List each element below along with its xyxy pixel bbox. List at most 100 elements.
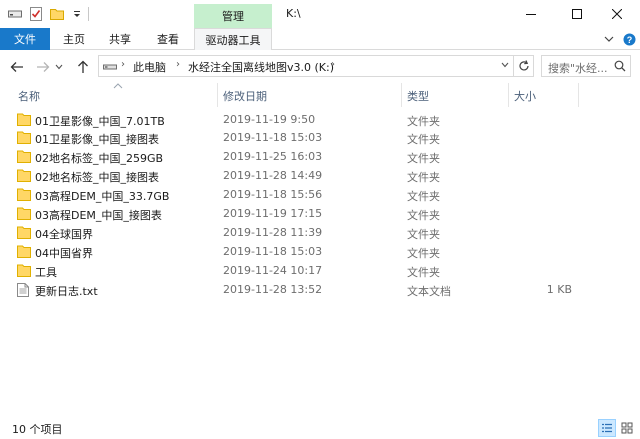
- file-type: 文件夹: [407, 152, 440, 165]
- file-type: 文件夹: [407, 247, 440, 260]
- tab-drive-tools[interactable]: 驱动器工具: [194, 28, 272, 50]
- tab-view[interactable]: 查看: [148, 28, 188, 50]
- file-size: 1 KB: [546, 283, 572, 296]
- up-arrow-icon[interactable]: [74, 58, 92, 76]
- file-date: 2019-11-18 15:03: [223, 245, 323, 258]
- text-file-icon: [17, 283, 31, 297]
- column-divider[interactable]: [401, 83, 402, 107]
- large-icons-view-button[interactable]: [618, 419, 636, 437]
- file-date: 2019-11-19 9:50: [223, 113, 316, 126]
- back-arrow-icon[interactable]: [8, 58, 26, 76]
- file-date: 2019-11-18 15:56: [223, 188, 323, 201]
- file-row[interactable]: 更新日志.txt 2019-11-28 13:52 文本文档 1 KB: [0, 281, 640, 299]
- file-type: 文件夹: [407, 171, 440, 184]
- breadcrumb-separator-icon: ›: [176, 59, 180, 70]
- navigation-bar: › 此电脑 › 水经注全国离线地图v3.0 (K:) › 搜索"水经...: [0, 50, 640, 83]
- help-icon[interactable]: ?: [622, 31, 636, 47]
- search-input[interactable]: 搜索"水经...: [541, 55, 631, 77]
- folder-icon: [17, 131, 31, 144]
- file-name: 01卫星影像_中国_接图表: [35, 133, 159, 146]
- file-date: 2019-11-24 10:17: [223, 264, 323, 277]
- file-row[interactable]: 01卫星影像_中国_接图表 2019-11-18 15:03 文件夹: [0, 129, 640, 147]
- file-name: 03高程DEM_中国_接图表: [35, 209, 162, 222]
- file-date: 2019-11-25 16:03: [223, 150, 323, 163]
- file-type: 文件夹: [407, 266, 440, 279]
- ribbon-tabs: 文件 主页 共享 查看 驱动器工具 ?: [0, 28, 640, 50]
- column-header-type[interactable]: 类型: [407, 88, 429, 104]
- folder-icon: [17, 113, 31, 126]
- file-type: 文件夹: [407, 133, 440, 146]
- tab-share[interactable]: 共享: [100, 28, 140, 50]
- folder-icon: [17, 188, 31, 201]
- folder-icon: [17, 226, 31, 239]
- file-row[interactable]: 02地名标签_中国_接图表 2019-11-28 14:49 文件夹: [0, 167, 640, 185]
- folder-icon: [17, 264, 31, 277]
- svg-text:?: ?: [626, 35, 632, 45]
- file-name: 02地名标签_中国_259GB: [35, 152, 164, 165]
- file-date: 2019-11-19 17:15: [223, 207, 323, 220]
- file-row[interactable]: 04全球国界 2019-11-28 11:39 文件夹: [0, 224, 640, 242]
- breadcrumb-this-pc[interactable]: 此电脑: [133, 59, 166, 75]
- file-name: 04全球国界: [35, 228, 93, 241]
- column-header-size[interactable]: 大小: [514, 88, 536, 104]
- file-row[interactable]: 03高程DEM_中国_33.7GB 2019-11-18 15:56 文件夹: [0, 186, 640, 204]
- context-tab-manage[interactable]: 管理: [194, 4, 272, 28]
- forward-arrow-icon[interactable]: [34, 58, 52, 76]
- column-divider[interactable]: [217, 83, 218, 107]
- file-name: 02地名标签_中国_接图表: [35, 171, 159, 184]
- file-date: 2019-11-28 13:52: [223, 283, 323, 296]
- minimize-button[interactable]: [508, 0, 554, 28]
- file-type: 文件夹: [407, 190, 440, 203]
- breadcrumb-separator-icon: ›: [331, 59, 335, 70]
- customize-toolbar-icon[interactable]: [72, 6, 82, 22]
- sort-ascending-icon: [113, 83, 123, 89]
- file-type: 文件夹: [407, 209, 440, 222]
- file-row[interactable]: 01卫星影像_中国_7.01TB 2019-11-19 9:50 文件夹: [0, 111, 640, 129]
- file-row[interactable]: 04中国省界 2019-11-18 15:03 文件夹: [0, 243, 640, 261]
- properties-icon[interactable]: [30, 6, 42, 22]
- file-date: 2019-11-18 15:03: [223, 131, 323, 144]
- column-header-name[interactable]: 名称: [18, 88, 40, 104]
- computer-icon: [103, 60, 117, 75]
- recent-locations-icon[interactable]: [54, 58, 64, 76]
- column-divider[interactable]: [578, 83, 579, 107]
- folder-icon: [17, 207, 31, 220]
- window-title: K:\: [286, 7, 301, 20]
- file-type: 文件夹: [407, 115, 440, 128]
- file-name: 04中国省界: [35, 247, 93, 260]
- folder-icon: [17, 245, 31, 258]
- column-divider[interactable]: [508, 83, 509, 107]
- tab-file[interactable]: 文件: [0, 28, 50, 50]
- file-date: 2019-11-28 11:39: [223, 226, 323, 239]
- file-name: 工具: [35, 266, 57, 279]
- toolbar-divider: [88, 7, 89, 21]
- drive-icon[interactable]: [8, 6, 22, 22]
- folder-icon: [17, 169, 31, 182]
- new-folder-icon[interactable]: [50, 6, 64, 22]
- breadcrumb-drive[interactable]: 水经注全国离线地图v3.0 (K:): [188, 59, 334, 75]
- title-bar: 管理 K:\: [0, 0, 640, 28]
- expand-ribbon-icon[interactable]: [603, 31, 615, 47]
- close-button[interactable]: [594, 0, 640, 28]
- status-bar: 10 个项目: [0, 417, 640, 439]
- details-view-button[interactable]: [598, 419, 616, 437]
- column-header-row: 名称 修改日期 类型 大小: [0, 83, 640, 107]
- address-dropdown-icon[interactable]: [501, 59, 509, 74]
- file-type: 文件夹: [407, 228, 440, 241]
- column-header-date[interactable]: 修改日期: [223, 88, 267, 104]
- search-icon[interactable]: [614, 60, 626, 75]
- breadcrumb-separator-icon: ›: [121, 59, 125, 70]
- tab-home[interactable]: 主页: [54, 28, 94, 50]
- folder-icon: [17, 150, 31, 163]
- file-name: 更新日志.txt: [35, 285, 98, 298]
- file-date: 2019-11-28 14:49: [223, 169, 323, 182]
- file-row[interactable]: 03高程DEM_中国_接图表 2019-11-19 17:15 文件夹: [0, 205, 640, 223]
- search-placeholder: 搜索"水经...: [548, 62, 608, 75]
- file-name: 01卫星影像_中国_7.01TB: [35, 115, 165, 128]
- address-bar[interactable]: › 此电脑 › 水经注全国离线地图v3.0 (K:) ›: [98, 55, 534, 77]
- file-row[interactable]: 02地名标签_中国_259GB 2019-11-25 16:03 文件夹: [0, 148, 640, 166]
- refresh-button[interactable]: [513, 56, 533, 76]
- item-count: 10 个项目: [12, 423, 63, 436]
- file-name: 03高程DEM_中国_33.7GB: [35, 190, 170, 203]
- file-row[interactable]: 工具 2019-11-24 10:17 文件夹: [0, 262, 640, 280]
